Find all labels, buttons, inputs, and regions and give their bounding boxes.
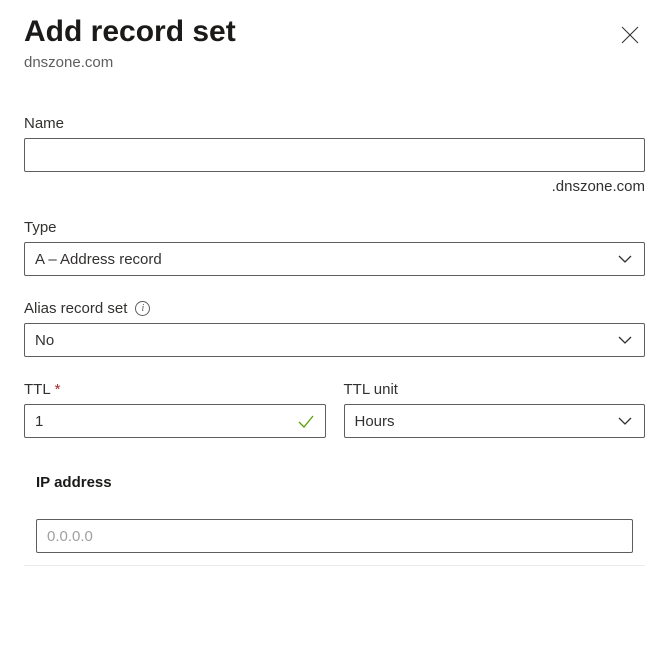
alias-select-value: No	[35, 332, 54, 349]
chevron-down-icon	[616, 331, 634, 349]
ip-address-label: IP address	[36, 474, 633, 491]
alias-label: Alias record set	[24, 300, 127, 317]
close-button[interactable]	[615, 20, 645, 55]
ttl-unit-label: TTL unit	[344, 381, 398, 398]
ttl-unit-select-value: Hours	[355, 413, 395, 430]
type-select[interactable]: A – Address record	[24, 242, 645, 276]
divider	[24, 565, 645, 566]
ip-address-input[interactable]	[36, 519, 633, 553]
alias-select[interactable]: No	[24, 323, 645, 357]
name-input[interactable]	[24, 138, 645, 172]
required-indicator: *	[55, 381, 61, 398]
ttl-unit-select[interactable]: Hours	[344, 404, 646, 438]
ttl-input[interactable]	[24, 404, 326, 438]
type-label: Type	[24, 219, 57, 236]
chevron-down-icon	[616, 412, 634, 430]
chevron-down-icon	[616, 250, 634, 268]
type-select-value: A – Address record	[35, 251, 162, 268]
ttl-label: TTL*	[24, 381, 61, 398]
close-icon	[621, 31, 639, 48]
info-icon[interactable]: i	[135, 301, 150, 316]
name-label: Name	[24, 115, 64, 132]
check-icon	[296, 411, 316, 431]
panel-title: Add record set	[24, 14, 236, 50]
panel-subtitle: dnszone.com	[24, 54, 236, 71]
name-suffix: .dnszone.com	[24, 178, 645, 195]
